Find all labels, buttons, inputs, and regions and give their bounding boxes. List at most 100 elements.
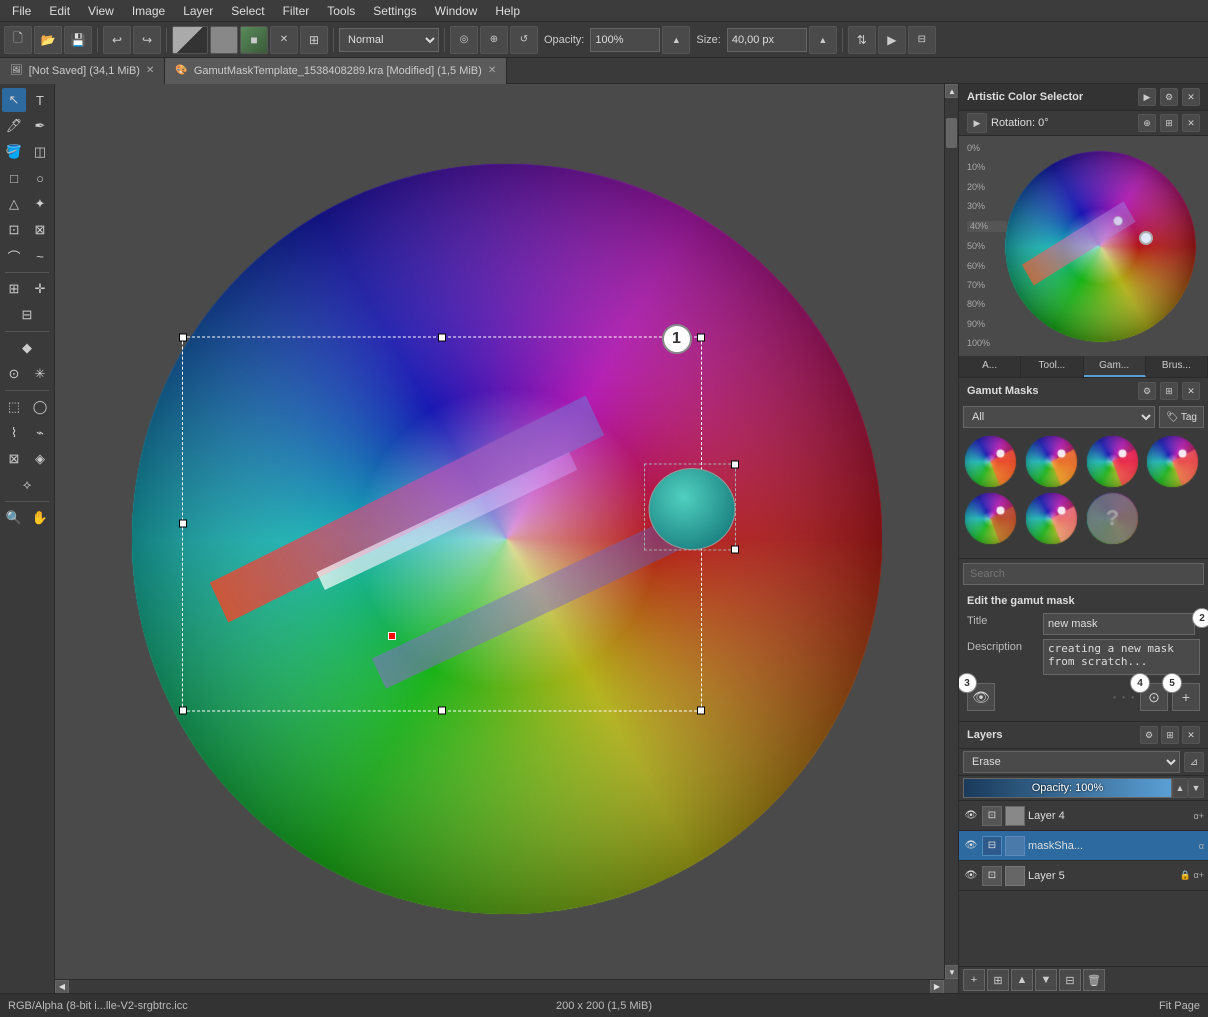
- open-button[interactable]: 📂: [34, 26, 62, 54]
- color-swatch-button[interactable]: [172, 26, 208, 54]
- layers-settings-button[interactable]: ⚙: [1140, 726, 1158, 744]
- tab-unsaved-close[interactable]: ✕: [146, 65, 154, 76]
- similar-select-tool[interactable]: ⊠: [28, 218, 52, 242]
- layer-row-4[interactable]: 👁 ⊡ Layer 4 α+: [959, 801, 1208, 831]
- gradient-tool[interactable]: ◫: [28, 140, 52, 164]
- zoom-tool[interactable]: 🔍: [2, 506, 26, 530]
- menu-view[interactable]: View: [80, 2, 122, 20]
- gamut-thumb-4[interactable]: [1145, 434, 1200, 489]
- menu-select[interactable]: Select: [223, 2, 272, 20]
- desc-textarea[interactable]: creating a new mask from scratch...: [1043, 639, 1200, 675]
- tab-gamut-close[interactable]: ✕: [488, 65, 496, 76]
- mirror-button[interactable]: ⇅: [848, 26, 876, 54]
- freehand-select-tool[interactable]: ⌇: [2, 421, 26, 445]
- gamut-thumb-7[interactable]: [1085, 491, 1140, 546]
- layer-add-button[interactable]: +: [963, 969, 985, 991]
- rotation-settings-button[interactable]: ⊕: [1138, 114, 1156, 132]
- crop-tool[interactable]: ⊟: [15, 303, 39, 327]
- panel-toggle-button[interactable]: ⊟: [908, 26, 936, 54]
- modify-select-tool[interactable]: ◈: [28, 447, 52, 471]
- menu-filter[interactable]: Filter: [275, 2, 318, 20]
- gamut-filter-select[interactable]: All: [963, 406, 1155, 428]
- opacity-input[interactable]: [590, 28, 660, 52]
- tab-tool[interactable]: Tool...: [1021, 356, 1083, 377]
- size-input[interactable]: [727, 28, 807, 52]
- color-select-tool[interactable]: ◆: [15, 336, 39, 360]
- transform-select-tool[interactable]: ⊠: [2, 447, 26, 471]
- play-button[interactable]: ▶: [878, 26, 906, 54]
- layer-delete-button[interactable]: 🗑: [1083, 969, 1105, 991]
- save-button[interactable]: 💾: [64, 26, 92, 54]
- gamut-thumb-6[interactable]: [1024, 491, 1079, 546]
- brush-preset-button[interactable]: ■: [240, 26, 268, 54]
- menu-settings[interactable]: Settings: [365, 2, 424, 20]
- layer-row-mask[interactable]: 👁 ⊟ maskSha... α: [959, 831, 1208, 861]
- layer-down-button[interactable]: ▼: [1035, 969, 1057, 991]
- refresh-button[interactable]: ↺: [510, 26, 538, 54]
- tab-gamut[interactable]: 🎨 GamutMaskTemplate_1538408289.kra [Modi…: [165, 58, 507, 84]
- layer-filter-button[interactable]: ⊿: [1184, 752, 1204, 772]
- layer-properties-button[interactable]: ⊟: [1059, 969, 1081, 991]
- opacity-stepper-up[interactable]: ▲: [1172, 778, 1188, 798]
- eraser-button[interactable]: ✕: [270, 26, 298, 54]
- tab-artistic[interactable]: A...: [959, 356, 1021, 377]
- tab-unsaved[interactable]: 🖼 [Not Saved] (34,1 MiB) ✕: [0, 58, 165, 84]
- tab-gamut[interactable]: Gam...: [1084, 356, 1146, 377]
- lock-alpha-button[interactable]: ⊕: [480, 26, 508, 54]
- rotation-close-button[interactable]: ✕: [1182, 114, 1200, 132]
- dynamic-brush-tool[interactable]: ~: [28, 244, 52, 268]
- gamut-close-button[interactable]: ✕: [1182, 382, 1200, 400]
- path-tool[interactable]: ⌒: [2, 244, 26, 268]
- panel-play-button[interactable]: ▶: [1138, 88, 1156, 106]
- gamut-thumb-1[interactable]: [963, 434, 1018, 489]
- gamut-thumb-2[interactable]: [1024, 434, 1079, 489]
- gamut-thumb-5[interactable]: [963, 491, 1018, 546]
- layer-row-5[interactable]: 👁 ⊡ Layer 5 🔒 α+: [959, 861, 1208, 891]
- menu-window[interactable]: Window: [427, 2, 486, 20]
- gamut-thumb-3[interactable]: [1085, 434, 1140, 489]
- menu-layer[interactable]: Layer: [175, 2, 221, 20]
- grid-button[interactable]: ⊞: [300, 26, 328, 54]
- ellipse-tool[interactable]: ○: [28, 166, 52, 190]
- rect-select-tool[interactable]: ⬚: [2, 395, 26, 419]
- gamut-expand-button[interactable]: ⊞: [1160, 382, 1178, 400]
- reset-opacity-button[interactable]: ◎: [450, 26, 478, 54]
- smart-patch-tool[interactable]: ✳: [28, 362, 52, 386]
- size-up-button[interactable]: ▲: [809, 26, 837, 54]
- hscroll-left[interactable]: ◀: [55, 980, 69, 994]
- ellipse-select-tool[interactable]: ◯: [28, 395, 52, 419]
- tab-brush[interactable]: Brus...: [1146, 356, 1208, 377]
- layers-close-button[interactable]: ✕: [1182, 726, 1200, 744]
- redo-button[interactable]: ↪: [133, 26, 161, 54]
- contiguous-select-tool[interactable]: ⊡: [2, 218, 26, 242]
- eyedropper-tool[interactable]: ⊙: [2, 362, 26, 386]
- new-file-button[interactable]: 🗋: [4, 26, 32, 54]
- layer-5-vis[interactable]: 👁: [963, 868, 979, 884]
- fill-tool[interactable]: 🪣: [2, 140, 26, 164]
- layer-4-vis[interactable]: 👁: [963, 808, 979, 824]
- menu-edit[interactable]: Edit: [41, 2, 78, 20]
- hscroll-right[interactable]: ▶: [930, 980, 944, 994]
- search-input[interactable]: [963, 563, 1204, 585]
- gray-swatch-button[interactable]: [210, 26, 238, 54]
- pan-tool[interactable]: ✋: [28, 506, 52, 530]
- panel-settings-button[interactable]: ⚙: [1160, 88, 1178, 106]
- bezier-tool[interactable]: ✦: [28, 192, 52, 216]
- polygon-tool[interactable]: △: [2, 192, 26, 216]
- menu-file[interactable]: File: [4, 2, 39, 20]
- vscroll-up[interactable]: ▲: [945, 84, 958, 98]
- calligraphy-tool[interactable]: ✒: [28, 114, 52, 138]
- menu-tools[interactable]: Tools: [319, 2, 363, 20]
- opacity-stepper-down[interactable]: ▼: [1188, 778, 1204, 798]
- undo-button[interactable]: ↩: [103, 26, 131, 54]
- transform-tool[interactable]: ⊞: [2, 277, 26, 301]
- layer-up-button[interactable]: ▲: [1011, 969, 1033, 991]
- vscroll-down[interactable]: ▼: [945, 965, 958, 979]
- menu-image[interactable]: Image: [124, 2, 173, 20]
- vscroll-thumb[interactable]: [946, 118, 957, 148]
- tag-button[interactable]: 🏷 Tag: [1159, 406, 1204, 428]
- layer-group-button[interactable]: ⊞: [987, 969, 1009, 991]
- text-tool[interactable]: T: [28, 88, 52, 112]
- canvas-horizontal-scrollbar[interactable]: ◀ ▶: [55, 979, 944, 993]
- panel-close-button[interactable]: ✕: [1182, 88, 1200, 106]
